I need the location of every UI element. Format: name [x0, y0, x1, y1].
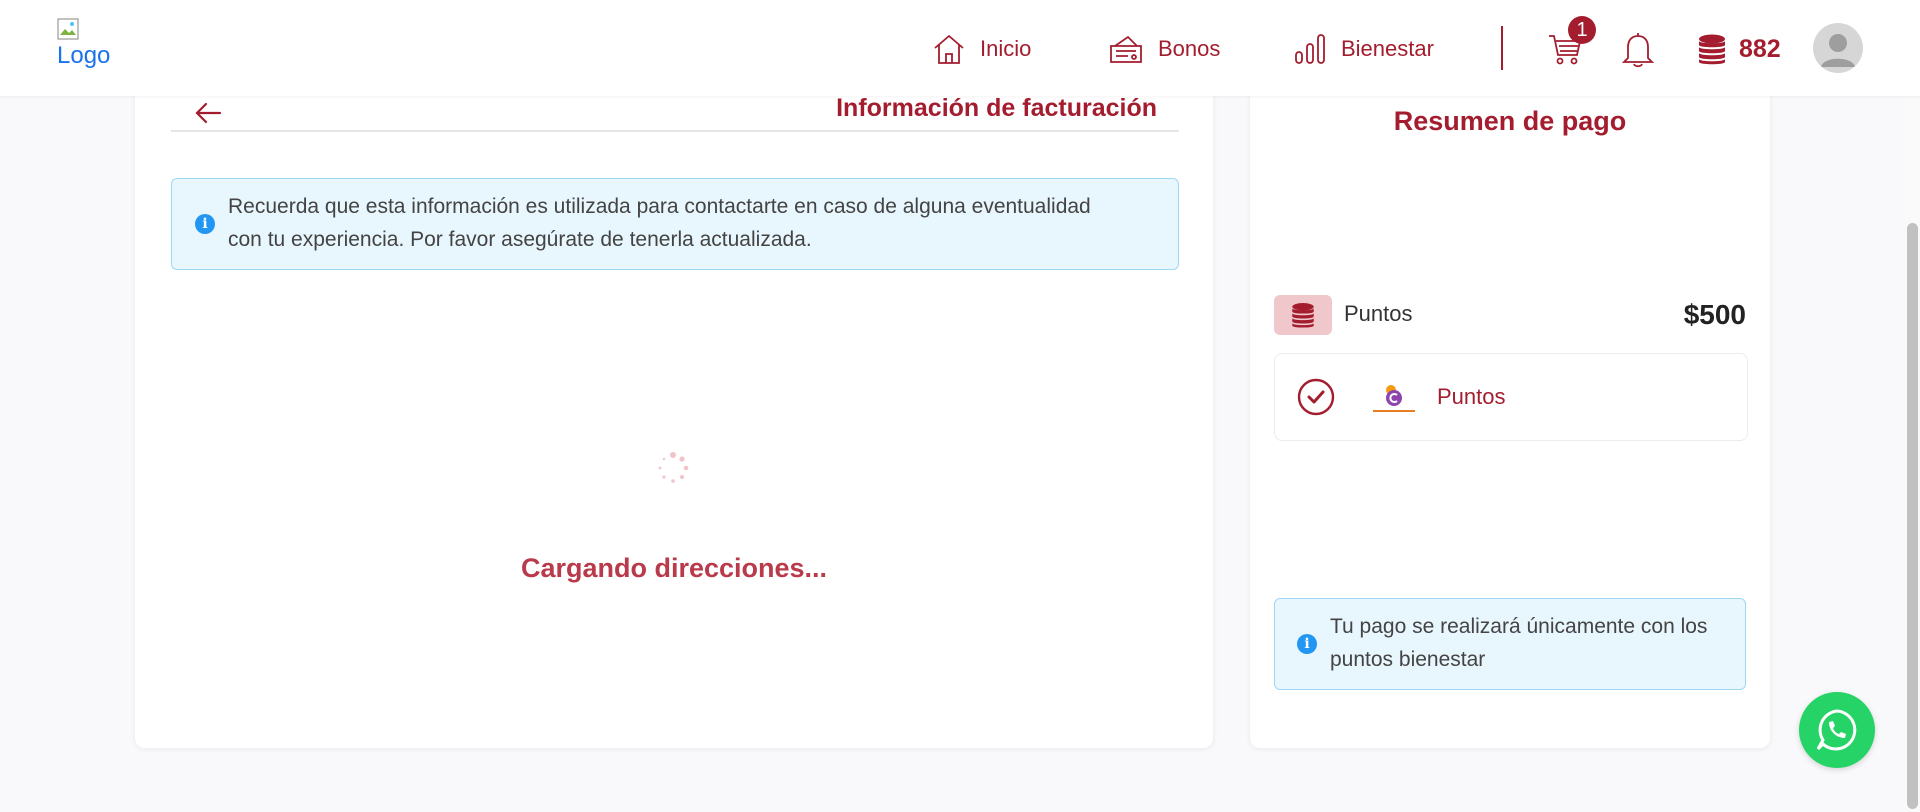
payment-notice-alert: i Tu pago se realizará únicamente con lo…	[1274, 598, 1746, 690]
summary-title: Resumen de pago	[1393, 106, 1627, 136]
loading-addresses-text: Cargando direcciones...	[520, 553, 828, 583]
billing-info-line2: con tu experiencia. Por favor asegúrate …	[228, 228, 812, 251]
info-icon: i	[1297, 634, 1317, 654]
logo-alt-text: Logo	[57, 42, 111, 69]
cart-count-badge: 1	[1568, 16, 1596, 44]
bell-icon[interactable]	[1620, 30, 1656, 68]
voucher-icon	[1110, 35, 1142, 63]
top-header: Logo Inicio Bonos Bienestar 1 882	[0, 0, 1920, 96]
billing-section-header: Información de facturación	[171, 94, 1179, 132]
check-circle-icon[interactable]	[1297, 378, 1335, 416]
bar-chart-icon	[1295, 34, 1325, 64]
user-icon	[1821, 34, 1855, 67]
whatsapp-icon	[1816, 709, 1857, 751]
nav-bienestar[interactable]: Bienestar	[1293, 30, 1434, 68]
billing-card: Información de facturación i Recuerda qu…	[135, 70, 1213, 748]
points-balance[interactable]: 882	[1695, 30, 1781, 68]
points-balance-value: 882	[1739, 34, 1781, 63]
payment-method-label: Puntos	[1437, 384, 1506, 409]
points-label: Puntos	[1344, 301, 1413, 326]
points-chip	[1274, 295, 1332, 335]
whatsapp-button[interactable]	[1799, 692, 1875, 768]
payment-amount: $500	[1683, 299, 1746, 330]
scrollbar-thumb[interactable]	[1907, 223, 1918, 809]
points-total-row: Puntos $500	[1274, 295, 1746, 335]
logo[interactable]: Logo	[57, 18, 117, 76]
nav-divider	[1501, 26, 1503, 70]
nav-inicio[interactable]: Inicio	[932, 30, 1031, 68]
avatar[interactable]	[1813, 23, 1863, 73]
billing-info-alert: i Recuerda que esta información es utili…	[171, 178, 1179, 270]
billing-title: Información de facturación	[836, 94, 1157, 122]
nav-inicio-label: Inicio	[980, 36, 1032, 61]
nav-bonos-label: Bonos	[1158, 36, 1221, 61]
payment-notice-line1: Tu pago se realizará únicamente con los	[1330, 615, 1708, 638]
brand-logo	[1373, 385, 1415, 412]
loading-spinner-icon	[658, 452, 689, 483]
back-arrow-icon[interactable]	[193, 98, 223, 128]
coins-icon	[1699, 34, 1725, 65]
info-icon: i	[195, 214, 215, 234]
home-icon	[934, 34, 964, 64]
payment-method-option[interactable]: Puntos	[1274, 353, 1748, 441]
billing-info-line1: Recuerda que esta información es utiliza…	[228, 195, 1091, 218]
payment-summary-card: Resumen de pago Puntos $500 Puntos i Tu …	[1250, 70, 1770, 748]
broken-image-icon	[57, 18, 79, 40]
nav-bienestar-label: Bienestar	[1341, 36, 1434, 61]
nav-bonos[interactable]: Bonos	[1108, 30, 1220, 68]
payment-notice-line2: puntos bienestar	[1330, 648, 1486, 671]
coins-icon	[1292, 303, 1314, 328]
